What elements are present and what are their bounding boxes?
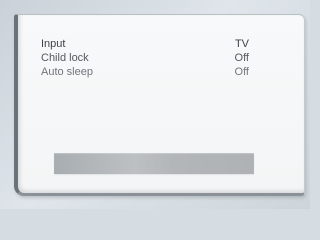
menu-item-value: Off bbox=[234, 66, 249, 78]
status-bar bbox=[54, 153, 254, 174]
menu-item-label: Child lock bbox=[41, 52, 89, 64]
settings-menu: Input TV Child lock Off Auto sleep Off bbox=[41, 37, 249, 79]
menu-item-value: Off bbox=[234, 52, 249, 64]
screen-frame: Input TV Child lock Off Auto sleep Off bbox=[0, 0, 310, 209]
menu-item-value: TV bbox=[234, 38, 249, 50]
menu-item-input[interactable]: Input TV bbox=[41, 37, 249, 51]
menu-item-label: Input bbox=[41, 38, 66, 50]
menu-item-label: Auto sleep bbox=[41, 66, 93, 78]
menu-item-child-lock[interactable]: Child lock Off bbox=[41, 51, 249, 65]
menu-item-auto-sleep[interactable]: Auto sleep Off bbox=[41, 65, 249, 79]
